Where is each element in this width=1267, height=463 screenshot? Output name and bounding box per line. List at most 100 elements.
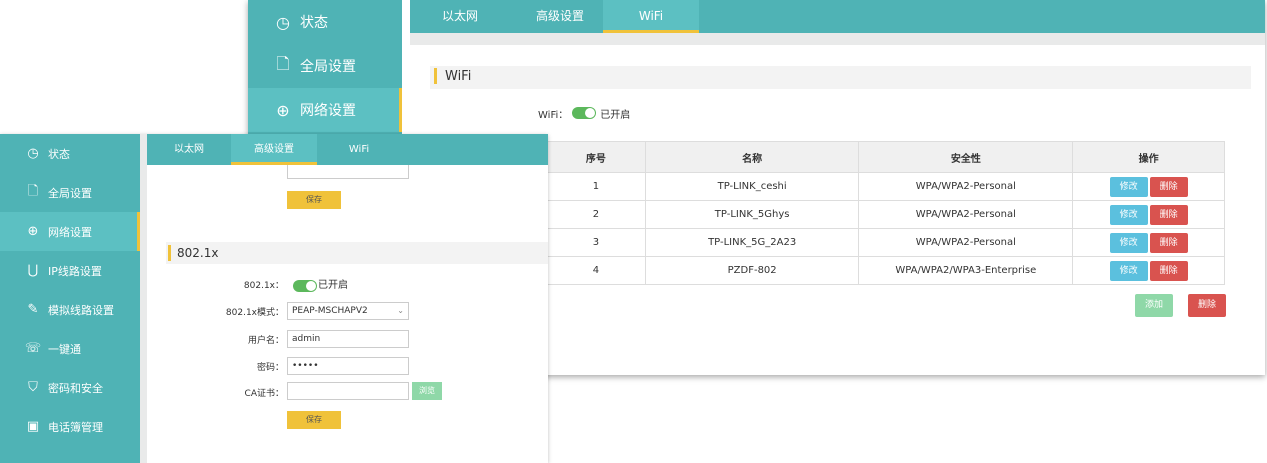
dot1x-mode-label: 802.1x模式：: [225, 308, 284, 318]
browse-button[interactable]: 浏览: [412, 382, 442, 400]
section-header-wifi: WiFi: [430, 66, 1251, 89]
wifi-toggle-row: WiFi： 已开启: [538, 105, 630, 121]
section-header-dot1x: 802.1x: [166, 242, 548, 264]
wifi-state: 已开启: [600, 109, 631, 121]
ca-cert-label: CA证书：: [244, 389, 284, 399]
tab-wifi[interactable]: WiFi: [603, 0, 699, 33]
globe-icon: ⊕: [276, 100, 290, 120]
save-button-bottom[interactable]: 保存: [287, 411, 341, 429]
password-label: 密码：: [256, 363, 284, 373]
sidebar-item-global-settings[interactable]: 🗋 全局设置: [248, 44, 402, 88]
sidebar-item-ip-line[interactable]: ⋃ IP线路设置: [0, 251, 140, 290]
back-tab-bar: 以太网 高级设置 WiFi: [410, 0, 1265, 33]
cell-name: TP-LINK_5G_2A23: [644, 228, 860, 257]
dot1x-label: 802.1x：: [243, 281, 284, 291]
cell-security: WPA/WPA2-Personal: [858, 172, 1074, 201]
cell-name: TP-LINK_ceshi: [644, 172, 860, 201]
sidebar-item-password-security[interactable]: ⛉ 密码和安全: [0, 368, 140, 407]
analog-line-icon: ✎: [27, 302, 39, 317]
sidebar-divider: [140, 134, 147, 463]
table-row: 1 TP-LINK_ceshi WPA/WPA2-Personal 修改 删除: [546, 172, 1225, 201]
tab-ethernet[interactable]: 以太网: [420, 0, 500, 33]
cell-no: 1: [546, 172, 646, 201]
sidebar-item-label: 电话簿管理: [48, 420, 103, 434]
table-header-row: 序号 名称 安全性 操作: [546, 141, 1225, 173]
section-accent-bar: [434, 68, 437, 84]
tab-advanced[interactable]: 高级设置: [231, 134, 317, 165]
username-label: 用户名：: [247, 336, 284, 346]
ip-line-icon: ⋃: [27, 263, 39, 278]
sidebar-item-label: 一键通: [48, 342, 81, 356]
settings-doc-icon: 🗋: [276, 53, 290, 73]
dot1x-state: 已开启: [318, 280, 348, 291]
cell-actions: 修改 删除: [1072, 256, 1225, 285]
front-sidebar: ◷ 状态 🗋 全局设置 ⊕ 网络设置 ⋃ IP线路设置 ✎ 模拟线路设置 ☏ 一…: [0, 134, 140, 463]
delete-button[interactable]: 删除: [1149, 232, 1188, 253]
cell-no: 2: [546, 200, 646, 229]
cell-security: WPA/WPA2-Personal: [858, 200, 1074, 229]
dot1x-mode-value: PEAP-MSCHAPV2: [292, 306, 368, 316]
delete-button[interactable]: 删除: [1149, 204, 1188, 225]
sidebar-item-label: IP线路设置: [48, 264, 102, 278]
edit-button[interactable]: 修改: [1109, 204, 1148, 225]
clock-icon: ◷: [27, 146, 39, 161]
tab-ethernet[interactable]: 以太网: [157, 134, 221, 165]
cell-actions: 修改 删除: [1072, 228, 1225, 257]
dot1x-toggle[interactable]: [293, 280, 317, 292]
edit-button[interactable]: 修改: [1109, 260, 1148, 281]
section-title: 802.1x: [177, 246, 219, 260]
tab-advanced[interactable]: 高级设置: [520, 0, 600, 33]
sidebar-item-label: 全局设置: [300, 59, 356, 75]
sidebar-item-label: 模拟线路设置: [48, 303, 114, 317]
section-accent-bar: [168, 245, 171, 261]
wifi-table: 序号 名称 安全性 操作 1 TP-LINK_ceshi WPA/WPA2-Pe…: [546, 141, 1225, 285]
column-header-name: 名称: [644, 141, 860, 173]
password-input[interactable]: •••••: [287, 357, 409, 375]
edit-button[interactable]: 修改: [1109, 232, 1148, 253]
sidebar-item-status[interactable]: ◷ 状态: [0, 134, 140, 173]
sidebar-item-analog-line[interactable]: ✎ 模拟线路设置: [0, 290, 140, 329]
clock-icon: ◷: [276, 12, 290, 32]
wifi-toggle[interactable]: [572, 107, 597, 119]
sidebar-item-label: 密码和安全: [48, 381, 103, 395]
add-button[interactable]: 添加: [1135, 294, 1173, 317]
cell-actions: 修改 删除: [1072, 172, 1225, 201]
partial-input-field[interactable]: [287, 165, 409, 179]
sidebar-item-label: 网络设置: [48, 225, 92, 239]
edit-button[interactable]: 修改: [1109, 176, 1148, 197]
tab-wifi[interactable]: WiFi: [327, 134, 391, 165]
delete-selected-button[interactable]: 删除: [1188, 294, 1226, 317]
sidebar-item-label: 状态: [300, 15, 328, 31]
back-sidebar: ◷ 状态 🗋 全局设置 ⊕ 网络设置: [248, 0, 402, 140]
table-row: 2 TP-LINK_5Ghys WPA/WPA2-Personal 修改 删除: [546, 200, 1225, 229]
column-header-no: 序号: [546, 141, 646, 173]
shield-icon: ⛉: [28, 380, 38, 395]
sidebar-item-network-settings[interactable]: ⊕ 网络设置: [0, 212, 140, 251]
cell-actions: 修改 删除: [1072, 200, 1225, 229]
cell-security: WPA/WPA2-Personal: [858, 228, 1074, 257]
settings-doc-icon: 🗋: [27, 183, 39, 199]
delete-button[interactable]: 删除: [1149, 176, 1188, 197]
chevron-down-icon: ⌄: [397, 306, 404, 315]
table-row: 3 TP-LINK_5G_2A23 WPA/WPA2-Personal 修改 删除: [546, 228, 1225, 257]
sidebar-item-label: 状态: [48, 147, 70, 161]
dot1x-mode-select[interactable]: PEAP-MSCHAPV2 ⌄: [287, 302, 409, 320]
sidebar-item-phonebook[interactable]: ▣ 电话簿管理: [0, 407, 140, 446]
sidebar-item-network-settings[interactable]: ⊕ 网络设置: [248, 88, 402, 132]
ca-cert-input[interactable]: [287, 382, 409, 400]
delete-button[interactable]: 删除: [1149, 260, 1188, 281]
cell-name: TP-LINK_5Ghys: [644, 200, 860, 229]
sidebar-item-label: 网络设置: [300, 103, 356, 119]
dot1x-settings-window: ◷ 状态 🗋 全局设置 ⊕ 网络设置 ⋃ IP线路设置 ✎ 模拟线路设置 ☏ 一…: [0, 134, 548, 463]
one-key-icon: ☏: [24, 341, 42, 356]
column-header-security: 安全性: [858, 141, 1074, 173]
wifi-label: WiFi：: [538, 109, 569, 121]
username-input[interactable]: admin: [287, 330, 409, 348]
phonebook-icon: ▣: [26, 419, 40, 434]
sidebar-item-global-settings[interactable]: 🗋 全局设置: [0, 173, 140, 212]
globe-icon: ⊕: [27, 224, 39, 239]
save-button-top[interactable]: 保存: [287, 191, 341, 209]
sidebar-item-one-key[interactable]: ☏ 一键通: [0, 329, 140, 368]
sidebar-item-status[interactable]: ◷ 状态: [248, 0, 402, 44]
sidebar-item-label: 全局设置: [48, 186, 92, 200]
